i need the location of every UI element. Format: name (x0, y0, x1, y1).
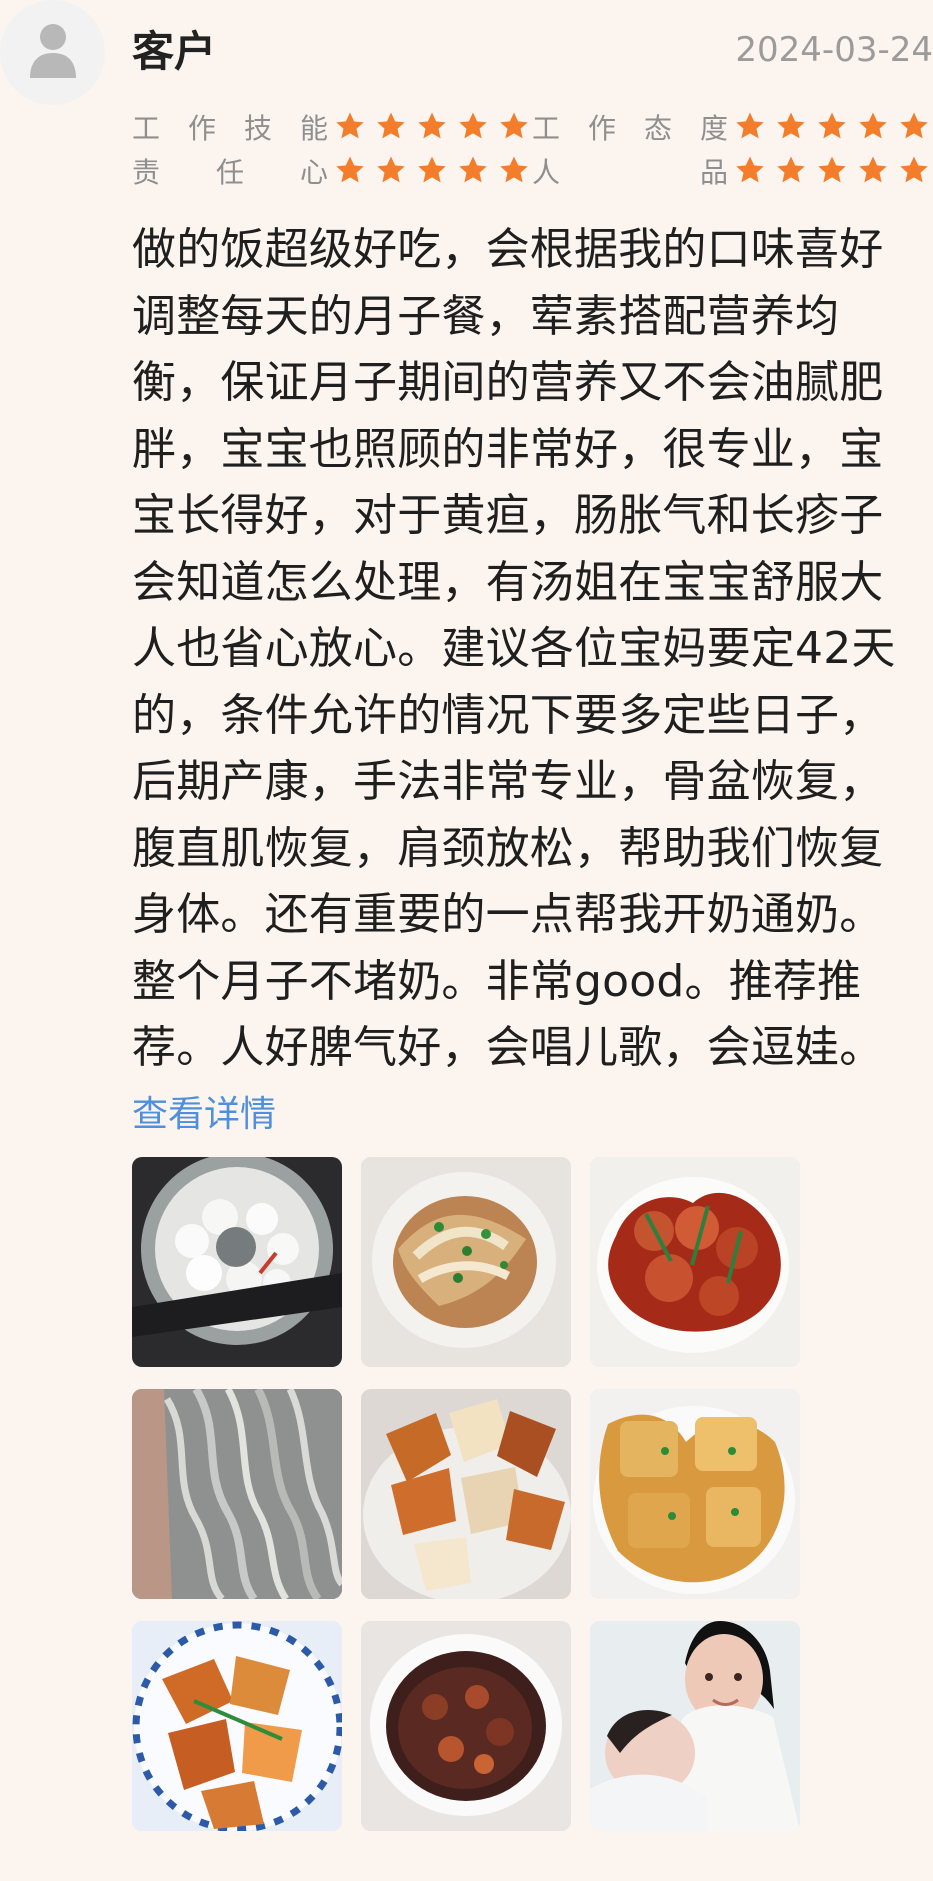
star-icon (859, 156, 887, 183)
rating-stars (732, 110, 933, 144)
steamed-buns-photo[interactable] (132, 1157, 342, 1367)
rating-responsibility: 责任心 (132, 151, 532, 191)
rating-label: 工作技能 (132, 112, 330, 145)
rating-row-2: 责任心 人品 (132, 150, 933, 192)
rating-work-skill: 工作技能 (132, 107, 532, 147)
braised-meat-photo[interactable] (590, 1157, 800, 1367)
star-icon (777, 156, 805, 183)
fried-tofu-photo[interactable] (132, 1621, 342, 1831)
rating-label: 工作态度 (532, 112, 730, 145)
rating-character: 人品 (532, 151, 932, 191)
star-icon (500, 156, 528, 183)
star-icon (377, 112, 405, 139)
star-icon (818, 156, 846, 183)
noodles-photo[interactable] (132, 1389, 342, 1599)
star-icon (859, 112, 887, 139)
rating-label: 人品 (532, 156, 730, 189)
rating-stars (332, 154, 537, 188)
rating-panel: 工作技能 工作态度 责任心 人品 (132, 106, 933, 192)
photo-grid (132, 1157, 800, 1833)
star-icon (736, 156, 764, 183)
user-silhouette-icon (30, 24, 76, 78)
rating-stars (732, 154, 933, 188)
star-icon (377, 156, 405, 183)
star-icon (418, 156, 446, 183)
star-icon (336, 112, 364, 139)
mother-baby-photo[interactable] (590, 1621, 800, 1831)
star-icon (418, 112, 446, 139)
noodle-vegetable-photo[interactable] (361, 1157, 571, 1367)
star-icon (459, 156, 487, 183)
star-icon (777, 112, 805, 139)
star-icon (818, 112, 846, 139)
rating-stars (332, 110, 537, 144)
review-text: 做的饭超级好吃，会根据我的口味喜好调整每天的月子餐，荤素搭配营养均衡，保证月子期… (132, 224, 896, 1073)
user-name: 客户 (132, 27, 217, 76)
rating-label: 责任心 (132, 156, 330, 189)
view-details-link[interactable]: 查看详情 (132, 1091, 276, 1139)
star-icon (459, 112, 487, 139)
tofu-dish-photo[interactable] (590, 1389, 800, 1599)
rating-work-attitude: 工作态度 (532, 107, 932, 147)
star-icon (736, 112, 764, 139)
star-icon (900, 156, 928, 183)
star-icon (336, 156, 364, 183)
avatar[interactable] (0, 0, 105, 105)
review-date: 2024-03-24 (735, 30, 933, 70)
rating-row-1: 工作技能 工作态度 (132, 106, 933, 148)
star-icon (900, 112, 928, 139)
star-icon (500, 112, 528, 139)
soup-photo[interactable] (361, 1621, 571, 1831)
potatoes-photo[interactable] (361, 1389, 571, 1599)
